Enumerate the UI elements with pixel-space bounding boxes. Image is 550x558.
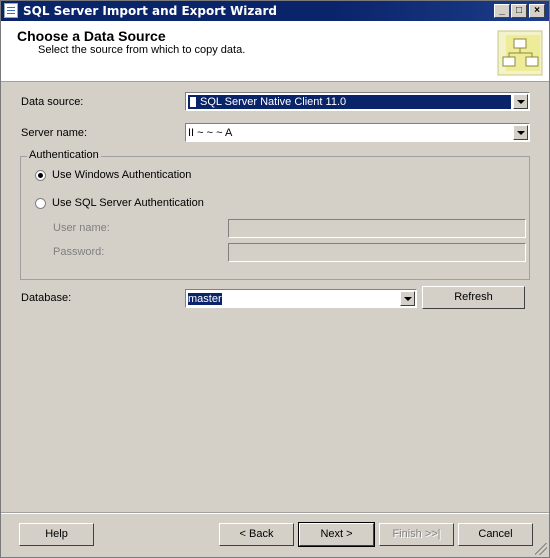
authentication-group: Authentication Use Windows Authenticatio… [20, 149, 530, 280]
resize-grip-icon[interactable] [535, 543, 547, 555]
cancel-button[interactable]: Cancel [458, 523, 533, 546]
finish-button[interactable]: Finish >>| [379, 523, 454, 546]
page-subtitle: Select the source from which to copy dat… [38, 44, 246, 56]
chevron-down-icon[interactable] [400, 291, 415, 306]
data-source-label: Data source: [21, 96, 84, 108]
username-field[interactable] [228, 219, 526, 238]
minimize-button[interactable]: _ [494, 4, 510, 18]
password-field[interactable] [228, 243, 526, 262]
chevron-down-icon[interactable] [513, 94, 528, 109]
maximize-button[interactable]: □ [511, 4, 527, 18]
sql-auth-label[interactable]: Use SQL Server Authentication [52, 197, 204, 209]
footer-separator [1, 512, 549, 514]
close-button[interactable]: × [529, 4, 545, 18]
authentication-group-label: Authentication [27, 149, 101, 161]
wizard-header: Choose a Data Source Select the source f… [1, 21, 549, 82]
back-button[interactable]: < Back [219, 523, 294, 546]
server-name-label: Server name: [21, 127, 88, 139]
window-title: SQL Server Import and Export Wizard [23, 4, 278, 18]
windows-auth-label[interactable]: Use Windows Authentication [52, 169, 191, 181]
windows-auth-radio[interactable] [35, 170, 46, 181]
chevron-down-icon[interactable] [513, 125, 528, 140]
username-label: User name: [53, 222, 110, 234]
database-label: Database: [21, 292, 72, 304]
server-name-combo[interactable]: II ~ ~ ~ A [185, 123, 530, 142]
refresh-button[interactable]: Refresh [422, 286, 525, 309]
wizard-graphic-icon [497, 30, 543, 76]
sql-auth-radio[interactable] [35, 198, 46, 209]
data-source-text: SQL Server Native Client 11.0 [200, 96, 347, 108]
provider-icon [190, 97, 196, 107]
data-source-combo[interactable]: SQL Server Native Client 11.0 [185, 92, 530, 111]
database-value: master [188, 292, 398, 306]
password-label: Password: [53, 246, 105, 258]
title-bar[interactable]: SQL Server Import and Export Wizard _ □ … [1, 1, 549, 21]
help-button[interactable]: Help [19, 523, 94, 546]
wizard-app-icon [4, 3, 18, 18]
database-text: master [188, 293, 222, 305]
server-name-value: II ~ ~ ~ A [188, 127, 233, 139]
database-combo[interactable]: master [185, 289, 417, 308]
page-title: Choose a Data Source [17, 28, 166, 44]
next-button[interactable]: Next > [298, 522, 375, 547]
data-source-value: SQL Server Native Client 11.0 [188, 95, 511, 109]
wizard-window: SQL Server Import and Export Wizard _ □ … [0, 0, 550, 558]
